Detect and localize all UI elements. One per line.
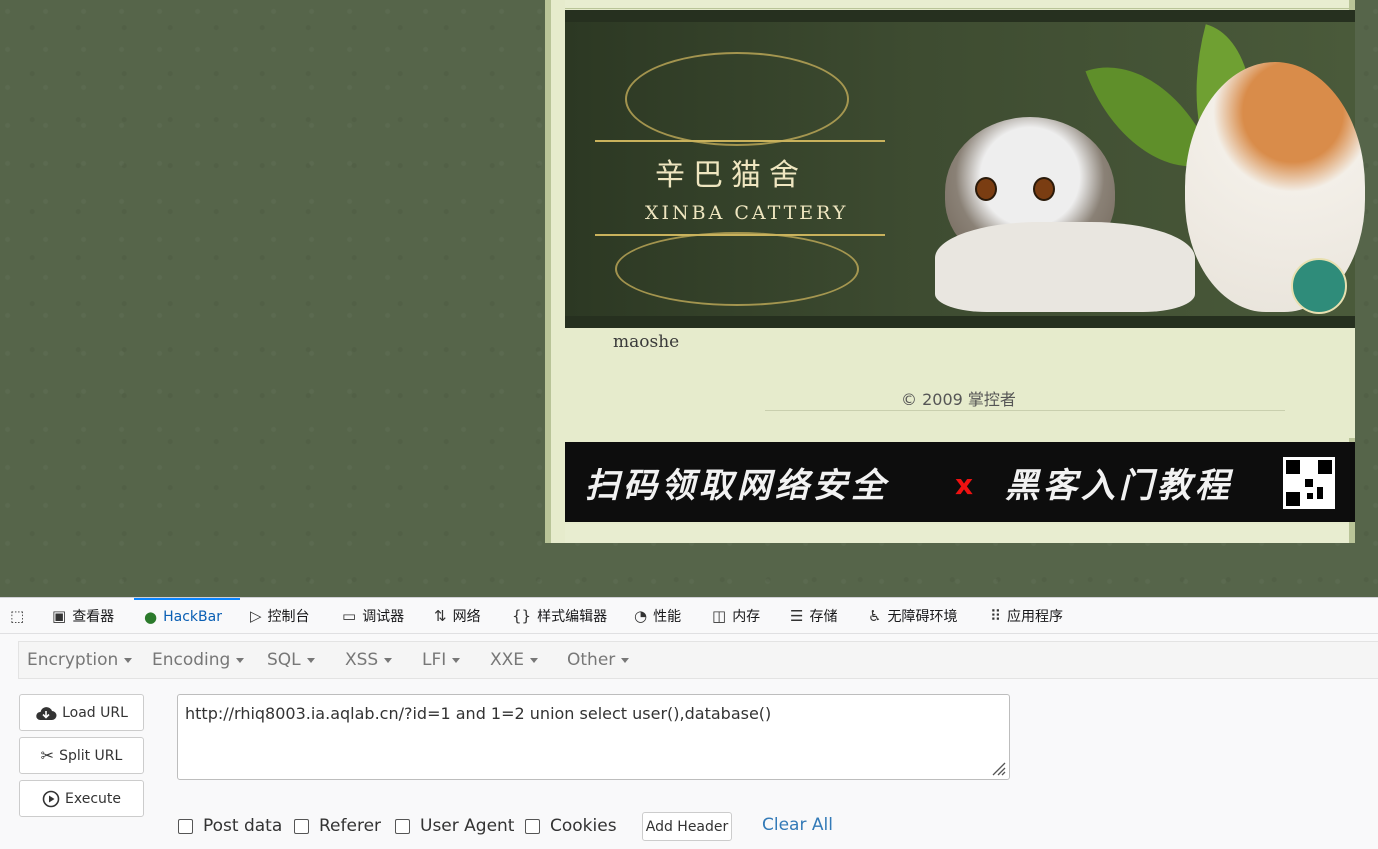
- tab-label: 调试器: [362, 608, 405, 625]
- load-url-button[interactable]: Load URL: [19, 694, 144, 731]
- site-top-strip: [565, 0, 1349, 9]
- tab-label: HackBar: [163, 608, 222, 625]
- inspector-icon: ▣: [52, 606, 67, 625]
- checkbox-box: [294, 818, 309, 834]
- cookies-checkbox[interactable]: Cookies: [525, 816, 617, 836]
- chevron-down-icon: [384, 657, 393, 663]
- post-data-checkbox[interactable]: Post data: [178, 816, 282, 836]
- accessibility-icon: ♿: [868, 606, 882, 625]
- qr-code-icon: [1283, 457, 1335, 509]
- ornament-flourish: [615, 232, 859, 306]
- chevron-down-icon: [530, 657, 539, 663]
- tab-network[interactable]: ⇅ 网络: [434, 598, 481, 633]
- menu-lfi[interactable]: LFI: [422, 642, 461, 678]
- hackbar-menu-bar: Encryption Encoding SQL XSS LFI XXE Othe…: [18, 641, 1378, 679]
- tab-console[interactable]: ▷ 控制台: [250, 598, 310, 633]
- ad-banner[interactable]: 扫码领取网络安全 x 黑客入门教程: [565, 442, 1355, 522]
- cattery-banner: 辛巴猫舍 XINBA CATTERY: [565, 10, 1365, 328]
- play-circle-icon: [42, 790, 60, 807]
- network-icon: ⇅: [434, 606, 447, 625]
- gold-divider: [595, 234, 885, 236]
- chevron-down-icon: [124, 657, 133, 663]
- site-footer: maoshe © 2009 掌控者: [565, 328, 1355, 438]
- tab-label: 性能: [653, 608, 682, 625]
- scissors-icon: ✂: [40, 746, 55, 765]
- website-container: 辛巴猫舍 XINBA CATTERY maoshe © 2009 掌控者 扫码领…: [545, 0, 1365, 543]
- element-picker-button[interactable]: ⬚: [10, 598, 30, 633]
- tab-storage[interactable]: ☰ 存储: [790, 598, 837, 633]
- tab-inspector[interactable]: ▣ 查看器: [52, 598, 114, 633]
- tab-label: 存储: [809, 608, 838, 625]
- application-icon: ⠿: [990, 606, 1001, 625]
- menu-sql[interactable]: SQL: [267, 642, 315, 678]
- cat-eye: [975, 177, 997, 201]
- memory-icon: ◫: [712, 606, 727, 625]
- performance-icon: ◔: [634, 606, 648, 625]
- chevron-down-icon: [306, 657, 315, 663]
- tab-style-editor[interactable]: {} 样式编辑器: [512, 598, 607, 633]
- tab-label: 内存: [732, 608, 761, 625]
- checkbox-box: [395, 818, 410, 834]
- storage-icon: ☰: [790, 606, 804, 625]
- cloud-download-icon: [36, 706, 57, 720]
- cfa-badge-icon: [1291, 258, 1347, 314]
- tab-label: 应用程序: [1007, 608, 1063, 625]
- console-icon: ▷: [250, 606, 262, 625]
- debugger-icon: ▭: [342, 606, 357, 625]
- devtools-panel: ⬚ ▣ 查看器 ● HackBar ▷ 控制台 ▭ 调试器 ⇅ 网络 {} 样式…: [0, 597, 1378, 849]
- add-header-button[interactable]: Add Header: [642, 812, 732, 841]
- tab-label: 控制台: [267, 608, 310, 625]
- tab-debugger[interactable]: ▭ 调试器: [342, 598, 404, 633]
- hackbar-icon: ●: [144, 607, 158, 626]
- tab-memory[interactable]: ◫ 内存: [712, 598, 760, 633]
- clear-all-link[interactable]: Clear All: [762, 815, 833, 835]
- tab-application[interactable]: ⠿ 应用程序: [990, 598, 1063, 633]
- tab-accessibility[interactable]: ♿ 无障碍环境: [868, 598, 957, 633]
- copyright-text: © 2009 掌控者: [901, 390, 1016, 409]
- style-editor-icon: {}: [512, 606, 532, 625]
- menu-other[interactable]: Other: [567, 642, 630, 678]
- cat-body-left: [935, 222, 1195, 312]
- chevron-down-icon: [621, 657, 630, 663]
- ad-text-left: 扫码领取网络安全: [585, 466, 889, 506]
- tab-hackbar[interactable]: ● HackBar: [134, 598, 240, 633]
- tab-label: 无障碍环境: [887, 608, 958, 625]
- split-url-button[interactable]: ✂ Split URL: [19, 737, 144, 774]
- banner-title-english: XINBA CATTERY: [645, 202, 849, 224]
- chevron-down-icon: [236, 657, 245, 663]
- ornament-flourish: [625, 52, 849, 146]
- tab-label: 查看器: [72, 608, 115, 625]
- checkbox-box: [178, 818, 193, 834]
- page-viewport: 辛巴猫舍 XINBA CATTERY maoshe © 2009 掌控者 扫码领…: [0, 0, 1378, 597]
- site-name: maoshe: [613, 332, 680, 352]
- menu-encoding[interactable]: Encoding: [152, 642, 245, 678]
- ad-text-right: 黑客入门教程: [1005, 466, 1233, 506]
- tab-performance[interactable]: ◔ 性能: [634, 598, 681, 633]
- url-input[interactable]: http://rhiq8003.ia.aqlab.cn/?id=1 and 1=…: [177, 694, 1010, 780]
- resize-handle-icon[interactable]: [990, 760, 1006, 776]
- gold-divider: [595, 140, 885, 142]
- tab-label: 网络: [452, 608, 481, 625]
- referer-checkbox[interactable]: Referer: [294, 816, 381, 836]
- tab-label: 样式编辑器: [537, 608, 608, 625]
- menu-xss[interactable]: XSS: [345, 642, 393, 678]
- menu-xxe[interactable]: XXE: [490, 642, 539, 678]
- execute-button[interactable]: Execute: [19, 780, 144, 817]
- site-bottom-strip: [565, 524, 1349, 543]
- chevron-down-icon: [452, 657, 461, 663]
- checkbox-box: [525, 818, 540, 834]
- banner-title-chinese: 辛巴猫舍: [655, 158, 807, 193]
- menu-encryption[interactable]: Encryption: [27, 642, 133, 678]
- user-agent-checkbox[interactable]: User Agent: [395, 816, 514, 836]
- cat-eye: [1033, 177, 1055, 201]
- element-picker-icon: ⬚: [10, 606, 25, 625]
- footer-divider: [765, 410, 1285, 411]
- ad-x-mark: x: [955, 468, 974, 501]
- devtools-tab-bar: ⬚ ▣ 查看器 ● HackBar ▷ 控制台 ▭ 调试器 ⇅ 网络 {} 样式…: [0, 598, 1378, 634]
